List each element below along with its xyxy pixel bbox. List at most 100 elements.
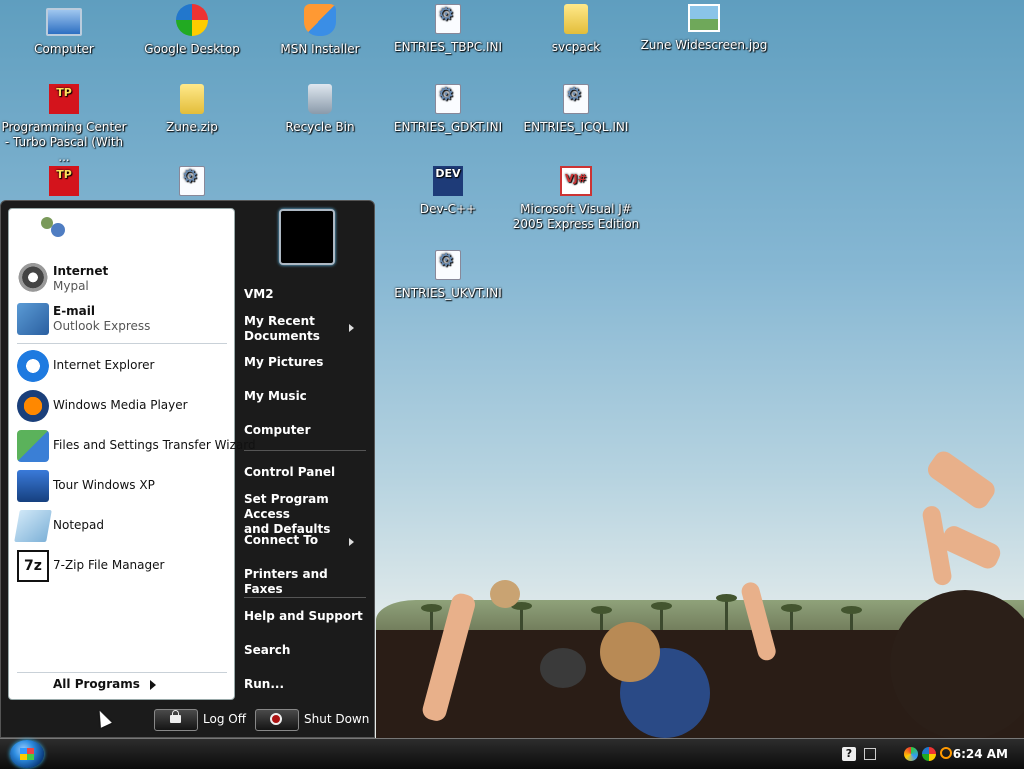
desktop-icon-label: ENTRIES_UKVT.INI (394, 286, 502, 300)
desktop-icon-label: svcpack (551, 40, 601, 54)
desktop-icon-label: Zune.zip (166, 120, 218, 134)
mypal-raccoon-icon (17, 263, 49, 295)
right-item-my-pictures[interactable]: My Pictures (244, 355, 364, 370)
desktop[interactable]: { "desktop": { "icons": [ {"label": "Com… (0, 0, 1024, 769)
chevron-right-icon (149, 679, 156, 690)
network-icon[interactable] (864, 748, 876, 760)
desktop-icon-entries-gdkt[interactable]: ENTRIES_GDKT.INI (384, 84, 512, 135)
separator (17, 343, 227, 344)
internet-explorer-icon (17, 350, 49, 382)
desktop-icon-dev-cpp[interactable]: DEV Dev-C++ (384, 166, 512, 217)
right-item-control-panel[interactable]: Control Panel (244, 465, 364, 480)
start-menu-right-pane: VM2 My Recent Documents My Pictures My M… (241, 201, 375, 701)
user-picture-frame (279, 209, 335, 265)
tour-windows-icon (17, 470, 49, 502)
program-notepad[interactable]: Notepad (14, 508, 237, 544)
desktop-icon-label: Microsoft Visual J# 2005 Express Edition (512, 202, 640, 231)
power-icon (270, 713, 282, 725)
log-off-label[interactable]: Log Off (203, 712, 246, 726)
desktop-icon-entries-tbpc[interactable]: ENTRIES_TBPC.INI (384, 4, 512, 55)
shut-down-label[interactable]: Shut Down (304, 712, 369, 726)
folder-icon (564, 4, 588, 34)
desktop-icon-entries-ukvt[interactable]: ENTRIES_UKVT.INI (384, 250, 512, 301)
right-item-computer[interactable]: Computer (244, 423, 364, 438)
desktop-icon-google-desktop[interactable]: Google Desktop (128, 4, 256, 57)
program-7zip[interactable]: 7z 7-Zip File Manager (17, 548, 237, 584)
desktop-icon-ini-partial[interactable] (128, 166, 256, 202)
right-item-run[interactable]: Run... (244, 677, 364, 692)
google-desktop-tray-icon[interactable] (922, 747, 936, 761)
log-off-button[interactable] (154, 709, 198, 731)
desktop-icon-turbo-pascal[interactable]: TP Programming Center - Turbo Pascal (Wit… (0, 84, 128, 165)
tray-icon[interactable] (904, 747, 918, 761)
wallpaper-head (600, 622, 660, 682)
computer-icon (46, 8, 82, 36)
clock[interactable]: 6:24 AM (953, 747, 1008, 761)
desktop-icon-label: MSN Installer (280, 42, 360, 56)
desktop-icon-zune-widescreen[interactable]: Zune Widescreen.jpg (640, 4, 768, 53)
desktop-icon-visual-jsharp[interactable]: VJ# Microsoft Visual J# 2005 Express Edit… (512, 166, 640, 232)
desktop-icon-label: ENTRIES_GDKT.INI (393, 120, 503, 134)
right-item-user[interactable]: VM2 (244, 287, 364, 302)
right-item-my-recent-documents[interactable]: My Recent Documents (244, 314, 364, 344)
start-menu: Internet Mypal E-mail Outlook Express In… (0, 200, 375, 738)
program-internet-explorer[interactable]: Internet Explorer (17, 348, 237, 384)
desktop-icon-label: Google Desktop (144, 42, 240, 56)
desktop-icon-entries-icql[interactable]: ENTRIES_ICQL.INI (512, 84, 640, 135)
desktop-icon-label: Programming Center - Turbo Pascal (With … (1, 120, 127, 164)
lock-icon (170, 710, 181, 723)
wallpaper-head (540, 648, 586, 688)
pinned-subtitle: Outlook Express (53, 319, 151, 333)
desktop-icon-label: Recycle Bin (285, 120, 355, 134)
wallpaper-arm (924, 447, 999, 513)
7zip-icon: 7z (17, 550, 49, 582)
separator (17, 672, 227, 673)
image-file-icon (688, 4, 720, 32)
start-button[interactable] (10, 740, 44, 768)
desktop-icon-computer[interactable]: Computer (0, 4, 128, 57)
program-windows-media-player[interactable]: Windows Media Player (17, 388, 237, 424)
search-tray-icon[interactable] (940, 747, 952, 759)
desktop-icon-label: ENTRIES_ICQL.INI (523, 120, 629, 134)
program-label: Files and Settings Transfer Wizard (53, 438, 256, 452)
pinned-title: Internet (53, 264, 109, 278)
turbo-pascal-icon: TP (49, 84, 79, 114)
ini-file-icon (563, 84, 589, 114)
windows-logo-icon (20, 748, 34, 760)
help-icon[interactable]: ? (842, 747, 856, 761)
right-item-printers-and-faxes[interactable]: Printers and Faxes (244, 567, 364, 597)
all-programs-button[interactable]: All Programs (53, 677, 156, 691)
program-label: Tour Windows XP (53, 478, 155, 492)
right-item-label: Connect To (244, 533, 319, 547)
right-item-search[interactable]: Search (244, 643, 364, 658)
chevron-right-icon (349, 324, 354, 332)
turbo-pascal-icon: TP (49, 166, 79, 196)
ini-file-icon (435, 4, 461, 34)
desktop-icon-zune-zip[interactable]: Zune.zip (128, 84, 256, 135)
msn-icon (304, 4, 336, 36)
desktop-icon-turbo-pascal-2[interactable]: TP (0, 166, 128, 202)
ini-file-icon (435, 250, 461, 280)
taskbar: ? 6:24 AM (0, 738, 1024, 769)
users-icon (37, 215, 69, 245)
desktop-icon-recycle-bin[interactable]: Recycle Bin (256, 84, 384, 135)
separator (244, 597, 366, 598)
start-menu-left-pane: Internet Mypal E-mail Outlook Express In… (8, 208, 256, 700)
google-desktop-icon (176, 4, 208, 36)
pinned-item-email[interactable]: E-mail Outlook Express (17, 300, 232, 338)
right-item-help-and-support[interactable]: Help and Support (244, 609, 364, 624)
program-label: Internet Explorer (53, 358, 155, 372)
chevron-right-icon (349, 538, 354, 546)
pinned-item-internet[interactable]: Internet Mypal (17, 260, 232, 298)
right-item-connect-to[interactable]: Connect To (244, 533, 364, 548)
program-tour-windows[interactable]: Tour Windows XP (17, 468, 237, 504)
program-transfer-wizard[interactable]: Files and Settings Transfer Wizard (17, 428, 256, 464)
desktop-icon-svcpack[interactable]: svcpack (512, 4, 640, 55)
desktop-icon-msn-installer[interactable]: MSN Installer (256, 4, 384, 57)
shut-down-button[interactable] (255, 709, 299, 731)
right-item-set-program-access[interactable]: Set Program Access and Defaults (244, 492, 364, 537)
ini-file-icon (179, 166, 205, 196)
right-item-label: My Recent Documents (244, 314, 320, 343)
separator (244, 450, 366, 451)
right-item-my-music[interactable]: My Music (244, 389, 364, 404)
